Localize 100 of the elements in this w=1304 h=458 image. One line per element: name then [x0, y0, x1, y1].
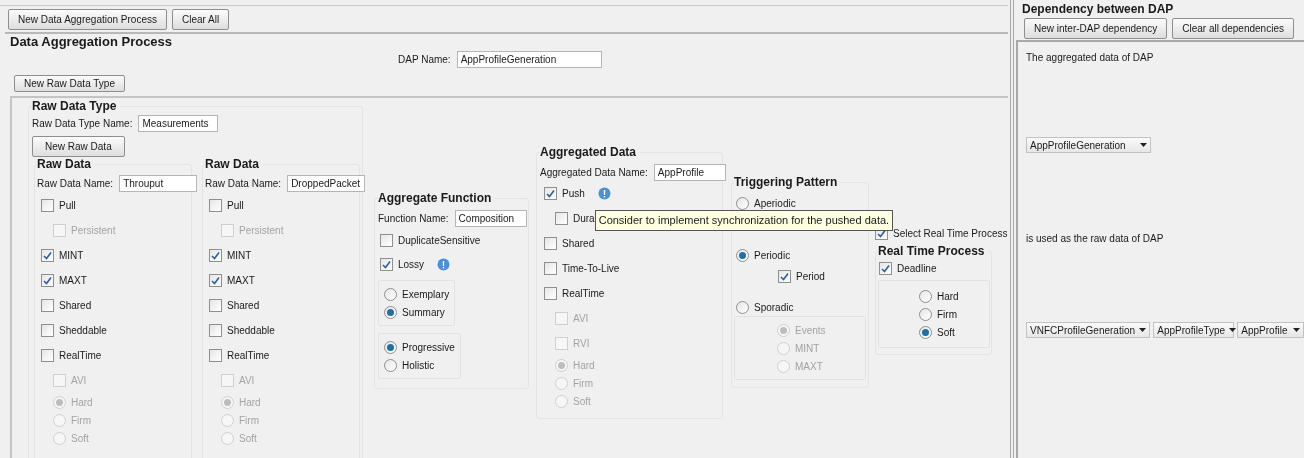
checkbox-label: Persistent [239, 224, 284, 238]
checkbox[interactable] [41, 299, 54, 312]
section-title: Dependency between DAP [1021, 2, 1174, 17]
button[interactable]: New Data Aggregation Process [8, 9, 167, 30]
dropdown[interactable]: AppProfileGeneration [1026, 137, 1151, 153]
radio-button[interactable] [384, 305, 397, 319]
checkbox[interactable] [544, 262, 557, 275]
text-field[interactable]: Measurements [138, 115, 219, 132]
group-title: Aggregated Data [540, 145, 641, 160]
button[interactable]: New Raw Data [32, 136, 125, 157]
checkbox-label: Pull [227, 199, 244, 213]
field-label: Raw Data Type Name: [32, 117, 133, 131]
checkbox-label: RealTime [562, 287, 605, 301]
checkbox[interactable] [544, 237, 557, 250]
checkbox[interactable] [209, 199, 222, 212]
caret-icon [1293, 328, 1300, 332]
checkbox[interactable] [555, 212, 568, 225]
radio-button[interactable] [919, 307, 932, 321]
dropdown[interactable]: AppProfileType [1153, 322, 1235, 338]
text-label: The aggregated data of DAP [1026, 51, 1154, 65]
checkbox[interactable] [41, 324, 54, 337]
dropdown[interactable]: VNFCProfileGeneration [1026, 322, 1151, 338]
radio-button[interactable] [384, 340, 397, 354]
caret-icon [1229, 328, 1237, 332]
checkbox[interactable] [41, 274, 54, 287]
field-label: Aggregated Data Name: [540, 166, 648, 180]
field-label: DAP Name: [398, 53, 451, 67]
radio-label: Hard [71, 395, 93, 410]
group-title: Raw Data Type [32, 99, 121, 114]
field-label: Raw Data Name: [205, 177, 282, 191]
checkbox[interactable] [879, 261, 892, 275]
group-title: Triggering Pattern [734, 175, 842, 190]
checkbox-label: Select Real Time Process [893, 226, 1008, 241]
checkbox[interactable] [41, 349, 54, 362]
radio-button[interactable] [919, 289, 932, 303]
button[interactable]: Clear all dependencies [1172, 18, 1294, 39]
radio-label: Soft [71, 431, 89, 446]
text-field[interactable]: Composition [454, 210, 527, 227]
radio-label: Hard [573, 358, 595, 373]
radio-label: Sporadic [754, 300, 794, 315]
checkbox-label: Dura [573, 212, 595, 226]
radio-label: MAXT [795, 359, 823, 374]
radio-button[interactable] [384, 358, 397, 372]
radio-label: Summary [402, 305, 445, 320]
button[interactable]: Clear All [171, 9, 230, 30]
checkbox-label: MINT [59, 249, 84, 263]
tooltip: Consider to implement synchronization for the pushed data. [594, 210, 894, 231]
radio-label: Hard [239, 395, 261, 410]
checkbox[interactable] [209, 324, 222, 337]
section-title: Data Aggregation Process [9, 34, 173, 49]
radio-button[interactable] [736, 300, 749, 314]
checkbox[interactable] [380, 233, 393, 247]
checkbox[interactable] [209, 249, 222, 262]
checkbox[interactable] [41, 199, 54, 212]
radio-label: Hard [937, 289, 959, 304]
radio-label: Firm [71, 413, 91, 428]
caret-icon [1139, 328, 1147, 332]
checkbox-label: RVI [573, 337, 590, 351]
radio-label: Holistic [402, 358, 435, 373]
checkbox[interactable] [544, 187, 557, 200]
group-title: Aggregate Function [378, 191, 496, 206]
radio-label: Firm [573, 376, 593, 391]
checkbox-label: DuplicateSensitive [398, 233, 481, 248]
text-field[interactable]: AppProfile [653, 164, 726, 181]
checkbox-label: Sheddable [59, 324, 107, 338]
caret-icon [1140, 143, 1147, 147]
text-field[interactable]: AppProfileGeneration [456, 51, 602, 68]
checkbox[interactable] [209, 349, 222, 362]
radio-button[interactable] [736, 248, 749, 262]
dropdown[interactable]: AppProfile [1237, 322, 1304, 338]
checkbox[interactable] [209, 299, 222, 312]
text-field[interactable]: Throuput [119, 175, 198, 192]
checkbox-label: Time-To-Live [562, 262, 620, 276]
radio-label: Firm [937, 307, 957, 322]
checkbox[interactable] [41, 249, 54, 262]
radio-button[interactable] [736, 196, 749, 210]
radio-button[interactable] [919, 325, 932, 339]
checkbox-label: AVI [239, 374, 255, 388]
field-label: Function Name: [378, 212, 449, 226]
radio-label: Events [795, 323, 826, 338]
radio-label: Exemplary [402, 287, 450, 302]
checkbox-label: MAXT [227, 274, 255, 288]
checkbox[interactable] [380, 257, 393, 271]
checkbox-label: MAXT [59, 274, 87, 288]
checkbox-label: RealTime [227, 349, 270, 363]
text-field[interactable]: DroppedPacket [287, 175, 366, 192]
checkbox[interactable] [544, 287, 557, 300]
radio-label: Aperiodic [754, 196, 796, 211]
radio-label: MINT [795, 341, 820, 356]
checkbox-label: AVI [71, 374, 87, 388]
button[interactable]: New inter-DAP dependency [1024, 18, 1168, 39]
checkbox-label: Shared [562, 237, 595, 251]
checkbox-label: Lossy [398, 257, 425, 272]
checkbox[interactable] [209, 274, 222, 287]
button[interactable]: New Raw Data Type [14, 75, 125, 92]
radio-button[interactable] [384, 287, 397, 301]
radio-label: Progressive [402, 340, 455, 355]
checkbox[interactable] [778, 269, 791, 283]
checkbox-label: Period [796, 269, 825, 284]
checkbox-label: Deadline [897, 261, 937, 276]
